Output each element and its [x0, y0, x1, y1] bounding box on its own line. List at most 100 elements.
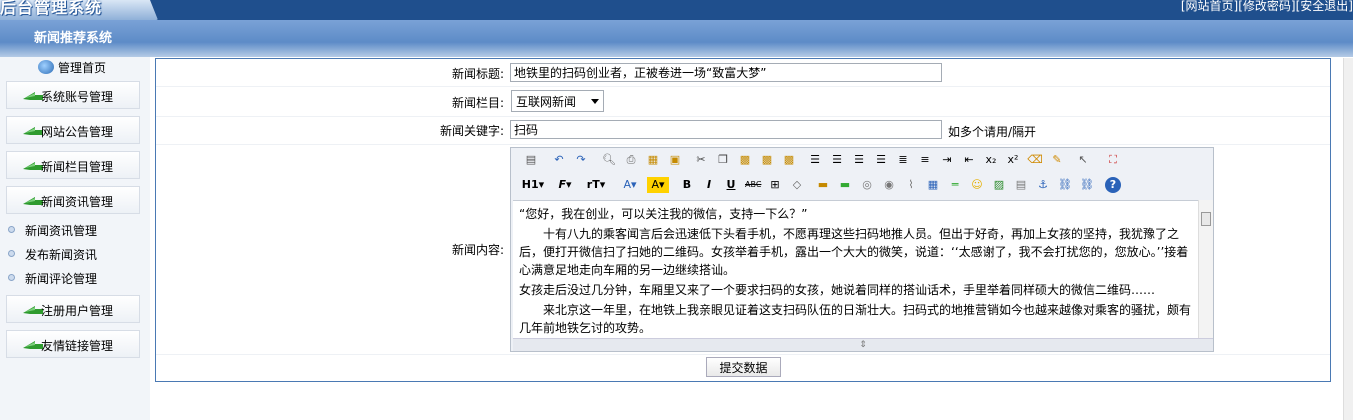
help-icon[interactable]: ? [1105, 177, 1121, 193]
anchor-icon[interactable]: ⚓ [1035, 177, 1051, 193]
editor-paragraph: 来北京这一年里，在地铁上我亲眼见证着这支扫码队伍的日渐壮大。扫码式的地推营销如今… [519, 303, 1192, 335]
sidebar-item-categories[interactable]: 新闻栏目管理 [6, 151, 140, 179]
editor-paragraph: “您好，我在创业，可以关注我的微信，支持一下么？” [519, 207, 808, 221]
ordered-list-icon[interactable]: ≣ [895, 152, 911, 168]
font-size-icon[interactable]: rT▾ [583, 177, 609, 193]
preview-icon[interactable]: 🔍︎ [601, 152, 617, 168]
category-select[interactable]: 互联网新闻 [511, 90, 604, 112]
insert-media-icon[interactable]: ◎ [859, 177, 875, 193]
sidebar-home-link[interactable]: 管理首页 [38, 59, 106, 76]
editor-resize-handle[interactable]: ⇕ [513, 338, 1213, 351]
sidebar-subitem-publish-news[interactable]: 发布新闻资讯 [8, 246, 97, 263]
undo-icon[interactable]: ↶ [551, 152, 567, 168]
align-justify-icon[interactable]: ☰ [873, 152, 889, 168]
align-right-icon[interactable]: ☰ [851, 152, 867, 168]
logout-link[interactable]: [安全退出] [1296, 0, 1353, 13]
chevron-down-icon [591, 99, 599, 104]
print-icon[interactable]: ⎙ [623, 152, 639, 168]
sidebar-item-label: 系统账号管理 [41, 90, 114, 104]
source-icon[interactable]: ▤ [523, 152, 539, 168]
sidebar: 管理首页 系统账号管理 网站公告管理 新闻栏目管理 新闻资讯管理 新闻资讯管理 … [0, 57, 150, 420]
title-input[interactable] [510, 63, 942, 82]
font-color-icon[interactable]: A▾ [619, 177, 641, 193]
paste-text-icon[interactable]: ▩ [759, 152, 775, 168]
align-center-icon[interactable]: ☰ [829, 152, 845, 168]
link-icon[interactable]: ⛓ [1057, 177, 1073, 193]
editor-paragraph: 女孩走后没过几分钟，车厢里又来了一个要求扫码的女孩，她说着同样的搭讪话术，手里举… [519, 283, 1156, 297]
sidebar-subitem-comments[interactable]: 新闻评论管理 [8, 270, 97, 287]
page-break-icon[interactable]: ▤ [1013, 177, 1029, 193]
italic-icon[interactable]: I [701, 177, 717, 193]
underline-icon[interactable]: U [723, 177, 739, 193]
sidebar-item-links[interactable]: 友情链接管理 [6, 330, 140, 358]
indent-icon[interactable]: ⇥ [939, 152, 955, 168]
sidebar-item-accounts[interactable]: 系统账号管理 [6, 81, 140, 109]
superscript-icon[interactable]: x² [1005, 152, 1021, 168]
template-icon[interactable]: ▦ [645, 152, 661, 168]
submit-button[interactable]: 提交数据 [706, 357, 781, 377]
section-bar: 新闻推荐系统 [0, 20, 1353, 57]
heading-icon[interactable]: H1▾ [519, 177, 547, 193]
eraser-icon[interactable]: ◇ [789, 177, 805, 193]
select-all-icon[interactable]: ✎ [1049, 152, 1065, 168]
subscript-icon[interactable]: x₂ [983, 152, 999, 168]
font-family-icon[interactable]: F▾ [553, 177, 577, 193]
keyword-hint: 如多个请用/隔开 [948, 125, 1037, 139]
fullscreen-icon[interactable]: ⛶ [1105, 152, 1121, 168]
page-scrollbar[interactable] [1343, 58, 1353, 420]
logo-tab: 后台管理系统 [0, 0, 158, 20]
horizontal-rule-icon[interactable]: ═ [947, 177, 963, 193]
emoticon-icon[interactable]: ☺ [969, 177, 985, 193]
editor-scrollbar[interactable] [1198, 200, 1213, 338]
site-home-link[interactable]: [网站首页] [1181, 0, 1238, 13]
editor-paragraph: 十有八九的乘客闻言后会迅速低下头看手机，不愿再理这些扫码地推人员。但出于好奇，再… [519, 227, 1189, 277]
editor-scroll-thumb[interactable] [1201, 212, 1211, 226]
paste-word-icon[interactable]: ▩ [781, 152, 797, 168]
change-password-link[interactable]: [修改密码] [1238, 0, 1295, 13]
pointer-icon[interactable]: ↖ [1075, 152, 1091, 168]
clear-format-icon[interactable]: ⌫ [1027, 152, 1043, 168]
table-icon[interactable]: ▦ [925, 177, 941, 193]
insert-flash-icon[interactable]: ▬ [837, 177, 853, 193]
title-label: 新闻标题: [451, 67, 504, 81]
category-select-value: 互联网新闻 [516, 95, 577, 109]
highlight-icon[interactable]: A▾ [647, 177, 669, 193]
keyword-input[interactable] [510, 120, 942, 139]
unordered-list-icon[interactable]: ≡ [917, 152, 933, 168]
top-links: [网站首页][修改密码][安全退出] [1181, 0, 1353, 14]
globe-icon [38, 60, 54, 74]
bold-icon[interactable]: B [679, 177, 695, 193]
attachment-icon[interactable]: ⌇ [903, 177, 919, 193]
sidebar-item-label: 友情链接管理 [41, 339, 114, 353]
sidebar-item-news[interactable]: 新闻资讯管理 [6, 186, 140, 214]
paste-icon[interactable]: ▩ [737, 152, 753, 168]
logo-text: 后台管理系统 [0, 0, 103, 17]
top-bar: 后台管理系统 [网站首页][修改密码][安全退出] [0, 0, 1353, 20]
format-painter-icon[interactable]: ⊞ [767, 177, 783, 193]
insert-video-icon[interactable]: ◉ [881, 177, 897, 193]
image-icon[interactable]: ▨ [991, 177, 1007, 193]
category-row: 新闻栏目: 互联网新闻 [156, 87, 1330, 117]
sidebar-subitem-news-manage[interactable]: 新闻资讯管理 [8, 222, 97, 239]
sidebar-home-label: 管理首页 [58, 61, 107, 75]
redo-icon[interactable]: ↷ [573, 152, 589, 168]
editor-toolbar-row1: ▤ ↶ ↷ 🔍︎ ⎙ ▦ ▣ ✂ ❐ ▩ ▩ ▩ ☰ ☰ ☰ ☰ ≣ ≡ ⇥ ⇤… [515, 152, 1205, 174]
title-row: 新闻标题: [156, 59, 1330, 87]
sidebar-item-label: 注册用户管理 [41, 304, 114, 318]
sidebar-item-announcements[interactable]: 网站公告管理 [6, 116, 140, 144]
unlink-icon[interactable]: ⛓ [1079, 177, 1095, 193]
cut-icon[interactable]: ✂ [693, 152, 709, 168]
outdent-icon[interactable]: ⇤ [961, 152, 977, 168]
editor-content-area[interactable]: “您好，我在创业，可以关注我的微信，支持一下么？” 十有八九的乘客闻言后会迅速低… [513, 200, 1198, 338]
copy-icon[interactable]: ❐ [715, 152, 731, 168]
sidebar-item-label: 新闻资讯管理 [41, 195, 114, 209]
category-label: 新闻栏目: [451, 96, 504, 110]
sidebar-item-users[interactable]: 注册用户管理 [6, 295, 140, 323]
sidebar-item-label: 新闻栏目管理 [41, 160, 114, 174]
strikethrough-icon[interactable]: ABC [745, 177, 761, 193]
code-icon[interactable]: ▣ [667, 152, 683, 168]
sidebar-item-label: 网站公告管理 [41, 125, 114, 139]
align-left-icon[interactable]: ☰ [807, 152, 823, 168]
section-title: 新闻推荐系统 [34, 31, 113, 46]
insert-image-icon[interactable]: ▬ [815, 177, 831, 193]
